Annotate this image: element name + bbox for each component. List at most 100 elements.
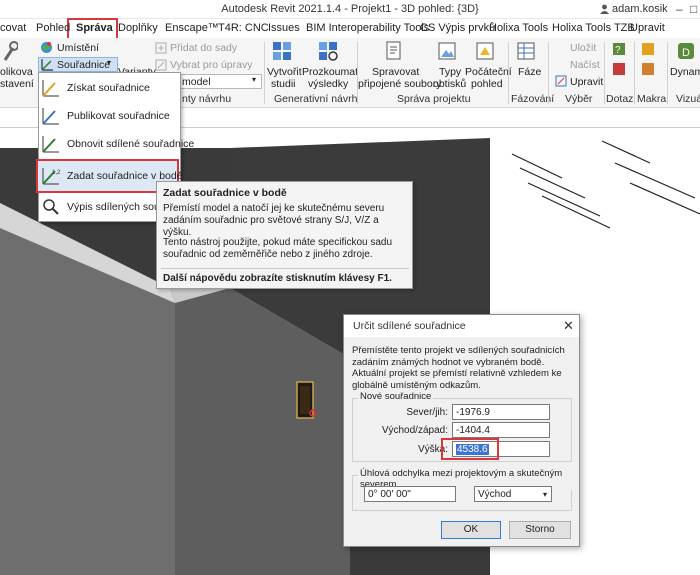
- ribbon-separator: [264, 42, 265, 104]
- faze-button[interactable]: Fáze: [518, 66, 541, 78]
- macro-manager-icon[interactable]: [641, 42, 655, 56]
- svg-text:D: D: [682, 47, 690, 59]
- tab-upravit[interactable]: Upravit: [630, 22, 665, 34]
- direction-select-value: Východ: [478, 489, 512, 500]
- tab-bim-interoperability[interactable]: BIM Interoperability Tools: [306, 22, 429, 34]
- ribbon-separator: [634, 42, 635, 104]
- reset-coordinates-icon: [42, 136, 59, 153]
- tab-issues[interactable]: Issues: [268, 22, 300, 34]
- angle-input[interactable]: 0° 00' 00": [364, 486, 456, 502]
- storno-button[interactable]: Storno: [509, 521, 571, 539]
- chevron-down-icon: ▾: [252, 75, 257, 84]
- pridat-do-sady-button[interactable]: Přidat do sady: [170, 42, 237, 54]
- tab-cs-vypis[interactable]: CS Výpis prvků: [420, 22, 495, 34]
- ribbon-separator: [667, 42, 668, 104]
- tab-holixa-tzb[interactable]: Holixa Tools TZB: [552, 22, 635, 34]
- menu-item-label: Obnovit sdílené souřadnice: [67, 138, 195, 150]
- panel-dotaz: Dotaz: [606, 93, 634, 105]
- vybrat-pro-upravy-button[interactable]: Vybrat pro úpravy: [170, 59, 252, 71]
- vytvorit-studii-button[interactable]: Vytvořit: [267, 66, 302, 78]
- decal-types-icon: [438, 42, 456, 60]
- user-icon[interactable]: [600, 4, 609, 14]
- menu-item-label: Získat souřadnice: [67, 82, 150, 94]
- tab-enscape[interactable]: Enscape™: [165, 22, 219, 34]
- user-name[interactable]: adam.kosik: [612, 3, 668, 15]
- acquire-coordinates-icon: [42, 80, 59, 97]
- sever-jih-label: Sever/jih:: [406, 407, 448, 418]
- upravit-vyber-button[interactable]: Upravit: [570, 76, 603, 88]
- menu-item-obnovit-souradnice[interactable]: Obnovit sdílené souřadnice: [38, 130, 194, 158]
- specify-coordinates-icon: 1,2: [42, 168, 60, 185]
- tooltip: Zadat souřadnice v bodě Přemístí model a…: [156, 181, 413, 289]
- tooltip-title: Zadat souřadnice v bodě: [163, 187, 287, 199]
- ribbon-separator: [548, 42, 549, 104]
- spravovat-button[interactable]: Spravovat: [372, 66, 419, 78]
- edit-selection-icon: [555, 75, 567, 87]
- dialog-description: Přemístěte tento projekt ve sdílených so…: [352, 345, 565, 391]
- svg-text:?: ?: [615, 45, 621, 56]
- tooltip-usage-text: Tento nástroj použijte, pokud máte speci…: [163, 237, 393, 260]
- ribbon-left-label-2[interactable]: stavení: [0, 78, 34, 90]
- prozkoumat-vysledky-label-2: výsledky: [308, 78, 349, 90]
- create-study-icon: [273, 42, 291, 60]
- ribbon-separator: [604, 42, 605, 104]
- prozkoumat-vysledky-button[interactable]: Prozkoumat: [302, 66, 358, 78]
- wrench-icon: [3, 41, 18, 61]
- starting-view-icon: [476, 42, 494, 60]
- tab-holixa-tools[interactable]: Holixa Tools: [489, 22, 548, 34]
- tooltip-description: Přemístí model a natočí jej ke skutečném…: [163, 203, 385, 238]
- dynamo-button[interactable]: Dynamo: [670, 66, 700, 78]
- panel-varianty-navrhu: nty návrhu: [182, 93, 232, 105]
- ribbon-left-label-1[interactable]: olikova: [0, 66, 33, 78]
- umisteni-button[interactable]: Umístění: [57, 42, 99, 54]
- vytvorit-studii-label-2: studii: [271, 78, 296, 90]
- maximize-button[interactable]: □: [690, 2, 697, 16]
- typy-obtisku-button[interactable]: Typy: [439, 66, 461, 78]
- ok-button[interactable]: OK: [441, 521, 501, 539]
- sever-jih-input[interactable]: -1976.9: [452, 404, 550, 420]
- panel-generativni-navrh: Generativní návrh: [274, 93, 358, 105]
- query-icon[interactable]: ?: [612, 42, 626, 56]
- dialog-title: Určit sdílené souřadnice: [353, 320, 466, 332]
- tooltip-divider: [161, 268, 409, 269]
- pocatecni-pohled-label-2: pohled: [471, 78, 503, 90]
- panel-vyber: Výběr: [565, 93, 593, 105]
- publish-coordinates-icon: [42, 108, 59, 125]
- tab-sprava[interactable]: Správa: [76, 22, 113, 34]
- ulozit-button[interactable]: Uložit: [570, 42, 596, 54]
- query-ids-icon[interactable]: [612, 62, 626, 76]
- panel-makra: Makra: [637, 93, 667, 105]
- tab-doplnky[interactable]: Doplňky: [118, 22, 158, 34]
- menu-item-ziskat-souradnice[interactable]: Získat souřadnice: [38, 74, 179, 102]
- panel-vizual: Vizuál: [676, 93, 700, 105]
- group-title-new-coordinates: Nové souřadnice: [358, 391, 434, 402]
- macro-security-icon[interactable]: [641, 62, 655, 76]
- phases-icon: [517, 42, 535, 60]
- close-icon[interactable]: ✕: [563, 318, 574, 334]
- model-select-value: model: [182, 76, 211, 88]
- tab-t4r-cnc[interactable]: T4R: CNC: [218, 22, 269, 34]
- vyska-label: Výška:: [417, 444, 448, 455]
- menu-item-publikovat-souradnice[interactable]: Publikovat souřadnice: [38, 102, 179, 130]
- tab-pohled[interactable]: Pohled: [36, 22, 70, 34]
- menu-item-label: Publikovat souřadnice: [67, 110, 170, 122]
- chevron-down-icon: ▾: [542, 490, 547, 499]
- vychod-zapad-input[interactable]: -1404.4: [452, 422, 550, 438]
- manage-links-icon: [386, 41, 401, 60]
- report-coordinates-icon: [43, 199, 59, 215]
- vyska-highlight: [441, 438, 499, 460]
- spravovat-label-2: připojené soubory: [358, 78, 442, 90]
- svg-text:1,2: 1,2: [52, 170, 60, 176]
- explore-results-icon: [319, 42, 338, 61]
- tab-partial[interactable]: covat: [0, 22, 26, 34]
- typy-obtisku-label-2: obtisků: [433, 78, 467, 90]
- ribbon-separator: [508, 42, 509, 104]
- direction-select[interactable]: Východ ▾: [474, 486, 552, 502]
- add-to-set-icon: [155, 42, 167, 54]
- pocatecni-pohled-button[interactable]: Počáteční: [465, 66, 512, 78]
- chevron-down-icon: ▾: [107, 58, 112, 67]
- minimize-button[interactable]: –: [676, 2, 683, 16]
- panel-sprava-projektu: Správa projektu: [397, 93, 471, 105]
- nacist-button[interactable]: Načíst: [570, 59, 600, 71]
- souradnice-label: Souřadnice: [57, 59, 111, 71]
